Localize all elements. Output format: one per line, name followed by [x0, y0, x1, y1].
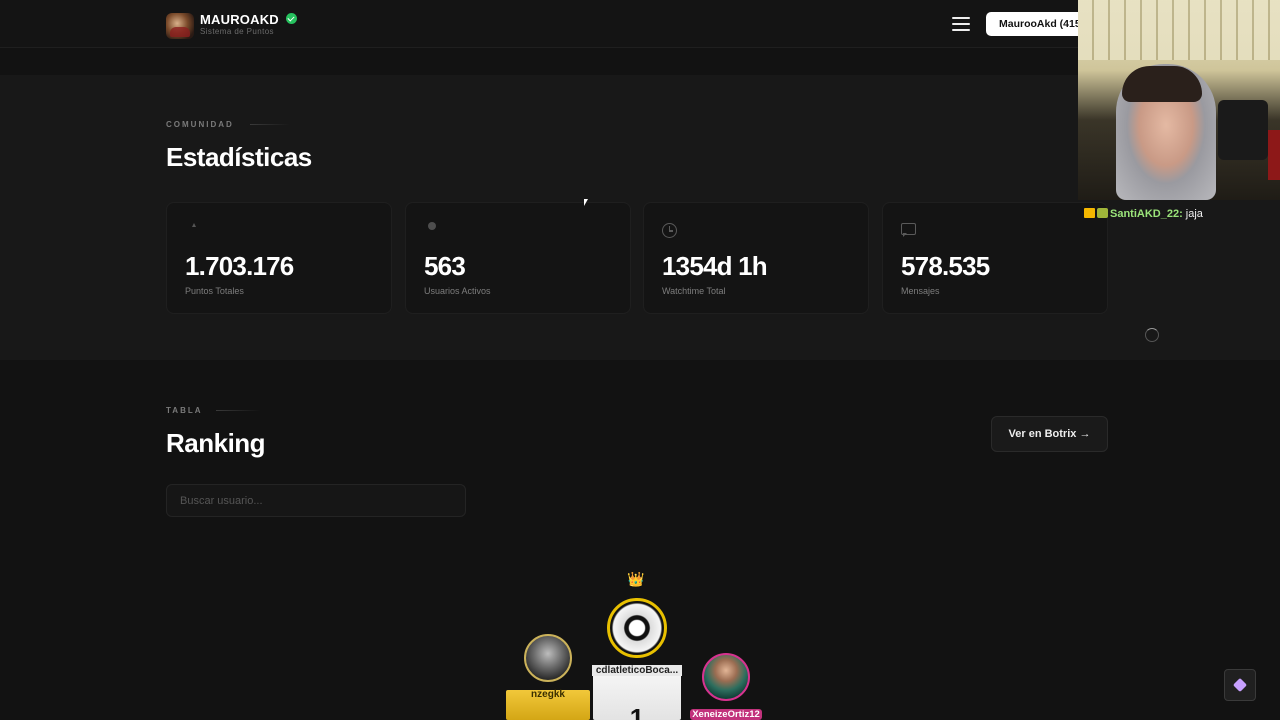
ranking-title: Ranking	[166, 428, 266, 458]
stat-label: Puntos Totales	[185, 286, 244, 296]
podium-name-third[interactable]: XeneizeOrtiz12	[690, 709, 762, 720]
chat-text: jaja	[1182, 208, 1203, 220]
podium-name-first[interactable]: cdlatleticoBoca...	[592, 665, 682, 676]
floating-widget-button[interactable]	[1224, 669, 1256, 701]
crown-icon: 👑	[627, 571, 645, 587]
stat-value: 563	[424, 251, 466, 281]
dot-icon	[428, 222, 436, 230]
podium-avatar-first[interactable]	[607, 598, 667, 658]
podium-name-second[interactable]: nzegkk	[520, 689, 576, 700]
stat-card-messages: 578.535 Mensajes	[882, 202, 1108, 314]
stat-card-users: 563 Usuarios Activos	[405, 202, 631, 314]
hamburger-menu-icon[interactable]	[952, 17, 970, 31]
stat-card-points: 1.703.176 Puntos Totales	[166, 202, 392, 314]
stat-label: Usuarios Activos	[424, 286, 491, 296]
stats-title: Estadísticas	[166, 142, 312, 172]
chat-message: SantiAKD_22: jaja	[1084, 208, 1203, 220]
search-user-input[interactable]	[166, 484, 466, 517]
webcam-overlay	[1078, 0, 1280, 200]
triangle-icon	[192, 223, 196, 227]
clock-icon	[662, 223, 677, 238]
stat-value: 578.535	[901, 251, 990, 281]
mouse-cursor-icon	[584, 199, 588, 206]
eyebrow-divider	[250, 124, 290, 125]
podium-avatar-second[interactable]	[524, 634, 572, 682]
ranking-eyebrow: TABLA	[166, 406, 203, 415]
loading-spinner-icon	[1145, 328, 1159, 342]
stat-value: 1354d 1h	[662, 251, 768, 281]
sub-badge-icon	[1097, 208, 1108, 218]
podium-avatar-third[interactable]	[702, 653, 750, 701]
stats-eyebrow: COMUNIDAD	[166, 120, 234, 129]
stat-label: Mensajes	[901, 286, 940, 296]
podium-rank-number: 1	[629, 703, 645, 720]
chat-icon	[901, 223, 916, 237]
stat-card-watchtime: 1354d 1h Watchtime Total	[643, 202, 869, 314]
ver-en-botrix-button[interactable]: Ver en Botrix →	[991, 416, 1108, 452]
stat-value: 1.703.176	[185, 251, 294, 281]
crown-badge-icon	[1084, 208, 1095, 218]
verified-icon	[286, 13, 297, 24]
brand-name[interactable]: MAUROAKD	[200, 12, 279, 27]
brand-subtitle: Sistema de Puntos	[200, 27, 274, 36]
stat-label: Watchtime Total	[662, 286, 726, 296]
eyebrow-divider	[216, 410, 261, 411]
brand-avatar[interactable]	[166, 13, 194, 39]
chat-username: SantiAKD_22:	[1110, 208, 1183, 220]
